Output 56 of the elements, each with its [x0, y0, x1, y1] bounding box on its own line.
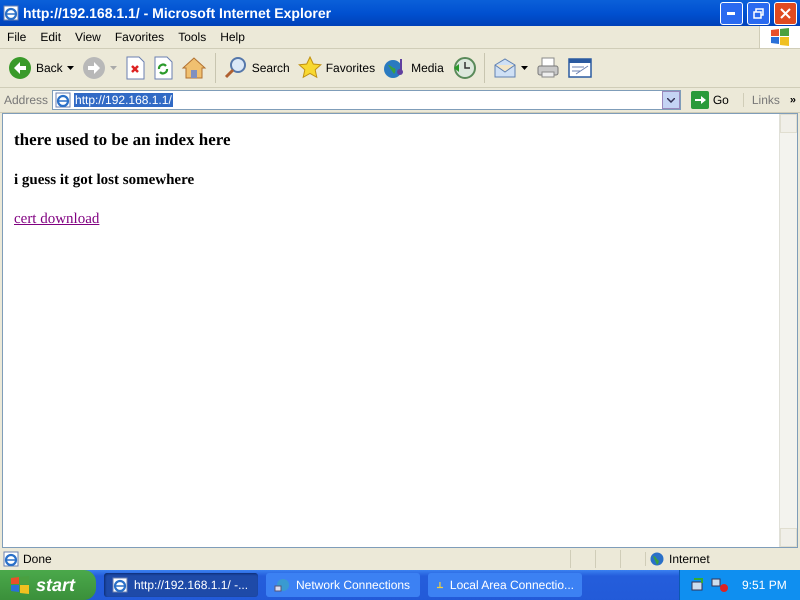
menu-item[interactable]: Edit [33, 30, 68, 44]
search-icon [224, 56, 248, 80]
close-icon [780, 8, 791, 18]
close-button[interactable] [774, 2, 797, 24]
menu-item[interactable]: Favorites [108, 30, 172, 44]
media-button[interactable]: Media [381, 54, 446, 82]
ie-page-icon [55, 92, 72, 108]
dropdown-button[interactable] [662, 91, 680, 109]
envelope-icon [492, 57, 517, 79]
restore-button[interactable] [747, 2, 770, 24]
house-icon [180, 56, 207, 80]
network-error-icon[interactable] [711, 577, 729, 593]
taskbar-button[interactable]: http://192.168.1.1/ -... [104, 573, 258, 597]
stop-page-icon [124, 56, 145, 80]
chevron-down-icon [666, 98, 675, 102]
chevron-icon[interactable]: » [790, 94, 796, 106]
taskbar-button[interactable]: Local Area Connectio... [428, 573, 582, 597]
page-subheading: i guess it got lost somewhere [14, 172, 196, 189]
caret-icon[interactable] [66, 66, 74, 70]
refresh-page-icon [152, 56, 173, 80]
ie-page-icon [112, 577, 128, 593]
page-heading: there used to be an index here [14, 130, 232, 150]
go-button[interactable]: Go [684, 91, 735, 109]
window-title: http://192.168.1.1/ - Microsoft Internet Explorer [23, 5, 332, 21]
edit-button[interactable] [566, 56, 594, 80]
menu-item[interactable]: View [68, 30, 108, 44]
status-text: Done [23, 552, 52, 566]
search-button[interactable]: Search [222, 54, 292, 82]
minimize-button[interactable] [720, 2, 743, 24]
network-globe-icon [274, 577, 290, 593]
download-link[interactable]: cert download [14, 211, 100, 227]
minimize-icon [727, 12, 736, 14]
address-field[interactable]: http://192.168.1.1/ [52, 90, 681, 110]
printer-icon [536, 56, 560, 80]
address-label: Address [4, 93, 48, 107]
links-label[interactable]: Links [742, 93, 780, 107]
ie-page-icon [3, 5, 19, 21]
taskbar-button[interactable]: Network Connections [266, 573, 420, 597]
caret-icon[interactable] [520, 66, 528, 70]
clock: 9:51 PM [742, 578, 787, 592]
zone-label: Internet [669, 552, 710, 566]
start-button[interactable]: start [0, 570, 96, 600]
ie-page-icon [3, 551, 19, 567]
scrollbar[interactable] [779, 114, 797, 547]
menu-item[interactable]: Tools [171, 30, 214, 44]
globe-icon [650, 552, 664, 566]
favorites-button[interactable]: Favorites [296, 54, 378, 82]
edit-window-icon [568, 58, 592, 78]
back-button[interactable]: Back [6, 54, 76, 82]
windows-logo-icon [10, 576, 30, 594]
network-tray-icon[interactable] [690, 577, 706, 593]
star-icon [298, 56, 322, 80]
restore-icon [753, 8, 764, 18]
menu-item[interactable]: File [0, 30, 34, 44]
windows-logo-icon [770, 28, 790, 46]
menu-item[interactable]: Help [213, 30, 252, 44]
